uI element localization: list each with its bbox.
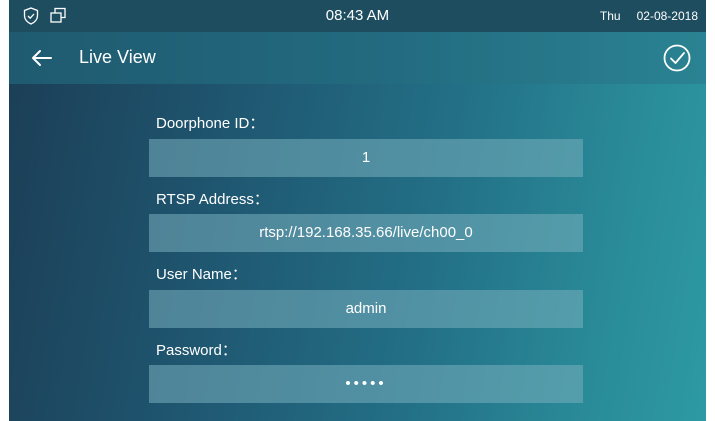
confirm-button[interactable] <box>662 43 692 73</box>
status-day: Thu <box>599 9 621 23</box>
status-bar: 08:43 AM Thu 02-08-2018 <box>9 0 706 32</box>
app-bar: Live View <box>9 32 706 84</box>
status-date-group: Thu 02-08-2018 <box>600 9 698 23</box>
password-field[interactable]: ••••• <box>149 365 583 403</box>
doorphone-id-label: Doorphone ID： <box>156 115 265 132</box>
doorphone-id-field[interactable]: 1 <box>149 139 583 177</box>
user-name-label: User Name： <box>156 266 247 283</box>
rtsp-address-field[interactable]: rtsp://192.168.35.66/live/ch00_0 <box>149 214 583 252</box>
screen: 08:43 AM Thu 02-08-2018 Live View Doorph… <box>9 0 706 421</box>
content-area: Doorphone ID： 1 RTSP Address： rtsp://192… <box>9 84 706 421</box>
user-name-field[interactable]: admin <box>149 290 583 328</box>
rtsp-address-label: RTSP Address： <box>156 191 269 208</box>
status-date: 02-08-2018 <box>636 9 698 23</box>
password-label: Password： <box>156 342 237 359</box>
arrow-left-icon <box>32 50 52 66</box>
page-title: Live View <box>79 47 156 67</box>
back-button[interactable] <box>29 45 55 71</box>
check-circle-icon <box>663 44 691 72</box>
